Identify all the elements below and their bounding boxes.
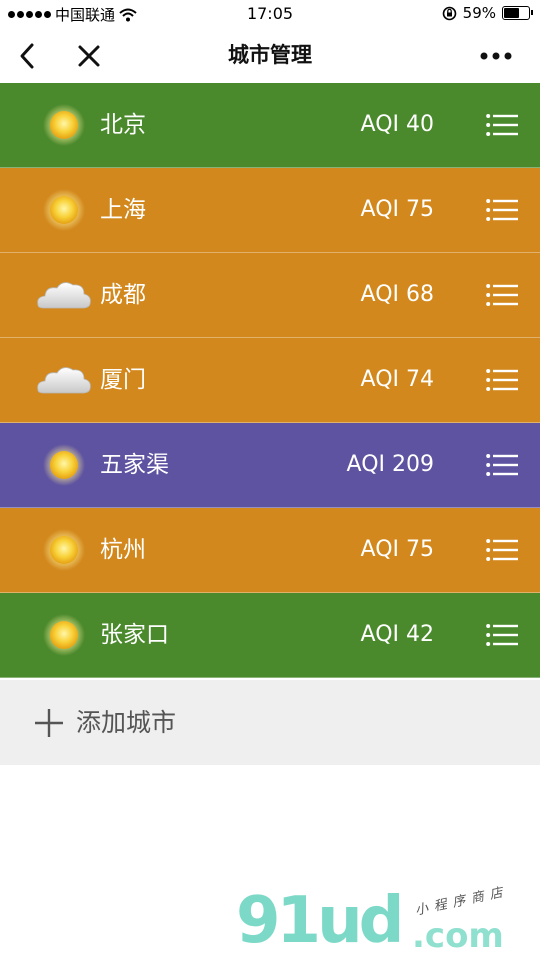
sunny-icon xyxy=(34,443,94,487)
city-row[interactable]: 北京 AQI 40 xyxy=(0,83,540,168)
city-name: 上海 xyxy=(100,197,146,223)
city-name: 张家口 xyxy=(100,622,169,648)
city-name: 北京 xyxy=(100,112,146,138)
sunny-icon xyxy=(34,103,94,147)
status-right: 59% xyxy=(442,4,533,22)
status-bar: 中国联通 17:05 59% xyxy=(0,0,540,28)
city-name: 成都 xyxy=(100,282,146,308)
aqi-value: AQI 75 xyxy=(360,197,434,222)
sunny-icon xyxy=(34,528,94,572)
city-list: 北京 AQI 40 上海 AQI 75 成都 AQI 68 厦门 AQI 74 … xyxy=(0,83,540,678)
battery-icon xyxy=(502,6,533,20)
cloudy-icon xyxy=(34,273,94,317)
drag-handle-icon[interactable] xyxy=(486,538,518,562)
city-name: 厦门 xyxy=(100,367,146,393)
drag-handle-icon[interactable] xyxy=(486,453,518,477)
add-city-label: 添加城市 xyxy=(76,708,177,737)
city-row[interactable]: 张家口 AQI 42 xyxy=(0,593,540,678)
drag-handle-icon[interactable] xyxy=(486,113,518,137)
nav-bar: 城市管理 xyxy=(0,28,540,83)
close-button[interactable] xyxy=(64,28,114,83)
more-dots-icon xyxy=(480,52,512,59)
close-icon xyxy=(78,45,100,66)
city-row[interactable]: 上海 AQI 75 xyxy=(0,168,540,253)
watermark-logo: 91ud .com 小程序商店 xyxy=(236,884,536,960)
more-button[interactable] xyxy=(466,28,526,83)
aqi-value: AQI 209 xyxy=(346,452,434,477)
city-row[interactable]: 厦门 AQI 74 xyxy=(0,338,540,423)
city-row[interactable]: 杭州 AQI 75 xyxy=(0,508,540,593)
cloudy-icon xyxy=(34,358,94,402)
city-name: 五家渠 xyxy=(100,452,169,478)
plus-icon xyxy=(35,709,63,737)
aqi-value: AQI 74 xyxy=(360,367,434,392)
drag-handle-icon[interactable] xyxy=(486,368,518,392)
back-arrow-icon xyxy=(20,43,34,68)
drag-handle-icon[interactable] xyxy=(486,198,518,222)
back-button[interactable] xyxy=(2,28,52,83)
aqi-value: AQI 68 xyxy=(360,282,434,307)
aqi-value: AQI 42 xyxy=(360,622,434,647)
sunny-icon xyxy=(34,613,94,657)
watermark-brand: 91ud xyxy=(236,884,404,958)
city-row[interactable]: 成都 AQI 68 xyxy=(0,253,540,338)
orientation-lock-icon xyxy=(442,6,456,20)
aqi-value: AQI 40 xyxy=(360,112,434,137)
aqi-value: AQI 75 xyxy=(360,537,434,562)
drag-handle-icon[interactable] xyxy=(486,623,518,647)
city-row[interactable]: 五家渠 AQI 209 xyxy=(0,423,540,508)
city-name: 杭州 xyxy=(100,537,146,563)
sunny-icon xyxy=(34,188,94,232)
drag-handle-icon[interactable] xyxy=(486,283,518,307)
add-city-button[interactable]: 添加城市 xyxy=(0,680,540,765)
watermark-tagline: 小程序商店 xyxy=(413,884,510,919)
battery-percent: 59% xyxy=(462,4,496,22)
watermark-domain: .com xyxy=(412,916,504,956)
